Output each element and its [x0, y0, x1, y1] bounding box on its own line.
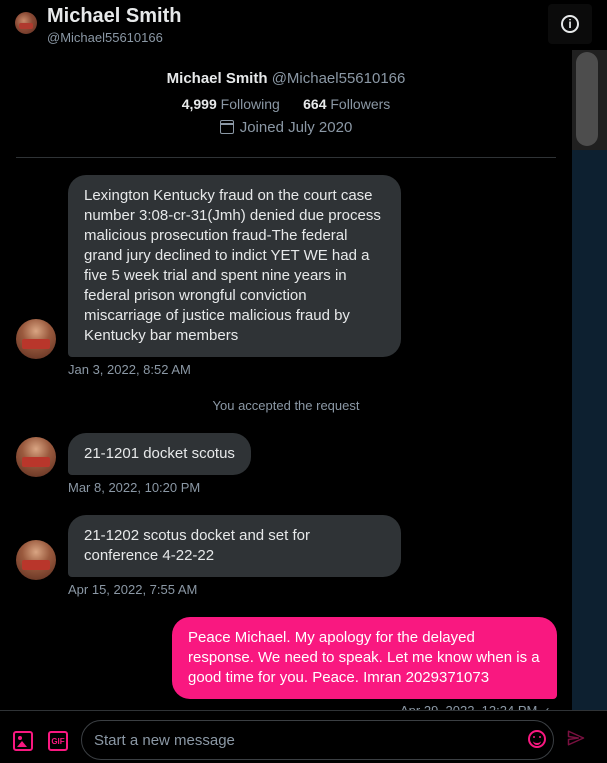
profile-handle: @Michael55610166 [271, 70, 406, 87]
profile-stats: 4,999 Following 664 Followers [0, 96, 572, 112]
system-message: You accepted the request [212, 398, 360, 413]
message-composer: GIF [0, 710, 607, 763]
joined-text: Joined July 2020 [239, 119, 353, 136]
followers-count: 664 [303, 96, 327, 112]
header-avatar[interactable] [15, 12, 37, 34]
conversation-header: Michael Smith @Michael55610166 i [0, 0, 607, 50]
scrollbar-thumb[interactable] [576, 52, 598, 146]
message-bubble[interactable]: Lexington Kentucky fraud on the court ca… [68, 175, 401, 357]
conversation-info-button[interactable]: i [548, 4, 592, 44]
message-bubble[interactable]: 21-1202 scotus docket and set for confer… [68, 515, 401, 577]
message-bubble[interactable]: 21-1201 docket scotus [68, 433, 251, 475]
send-icon[interactable] [567, 729, 585, 747]
avatar[interactable] [16, 540, 56, 580]
message-input[interactable] [81, 720, 554, 760]
avatar[interactable] [16, 319, 56, 359]
header-handle: @Michael55610166 [47, 30, 163, 45]
divider [16, 157, 556, 158]
followers-label: Followers [330, 96, 391, 112]
message-timestamp: Jan 3, 2022, 8:52 AM [68, 362, 191, 377]
profile-joined: Joined July 2020 [0, 119, 572, 136]
followers-link[interactable]: 664 Followers [303, 96, 390, 112]
profile-name[interactable]: Michael Smith [167, 70, 268, 87]
message-timestamp: Mar 8, 2022, 10:20 PM [68, 480, 201, 495]
message-bubble-sent[interactable]: Peace Michael. My apology for the delaye… [172, 617, 557, 699]
avatar[interactable] [16, 437, 56, 477]
info-icon: i [561, 15, 579, 33]
image-icon[interactable] [13, 731, 33, 751]
emoji-icon[interactable] [528, 730, 546, 748]
calendar-icon [219, 120, 234, 134]
header-name[interactable]: Michael Smith [47, 5, 181, 28]
following-label: Following [220, 96, 280, 112]
message-timestamp: Apr 15, 2022, 7:55 AM [68, 582, 198, 597]
following-count: 4,999 [181, 96, 217, 112]
gif-icon[interactable]: GIF [48, 731, 68, 751]
following-link[interactable]: 4,999 Following [182, 96, 280, 112]
profile-summary-name[interactable]: Michael Smith @Michael55610166 [0, 70, 572, 87]
